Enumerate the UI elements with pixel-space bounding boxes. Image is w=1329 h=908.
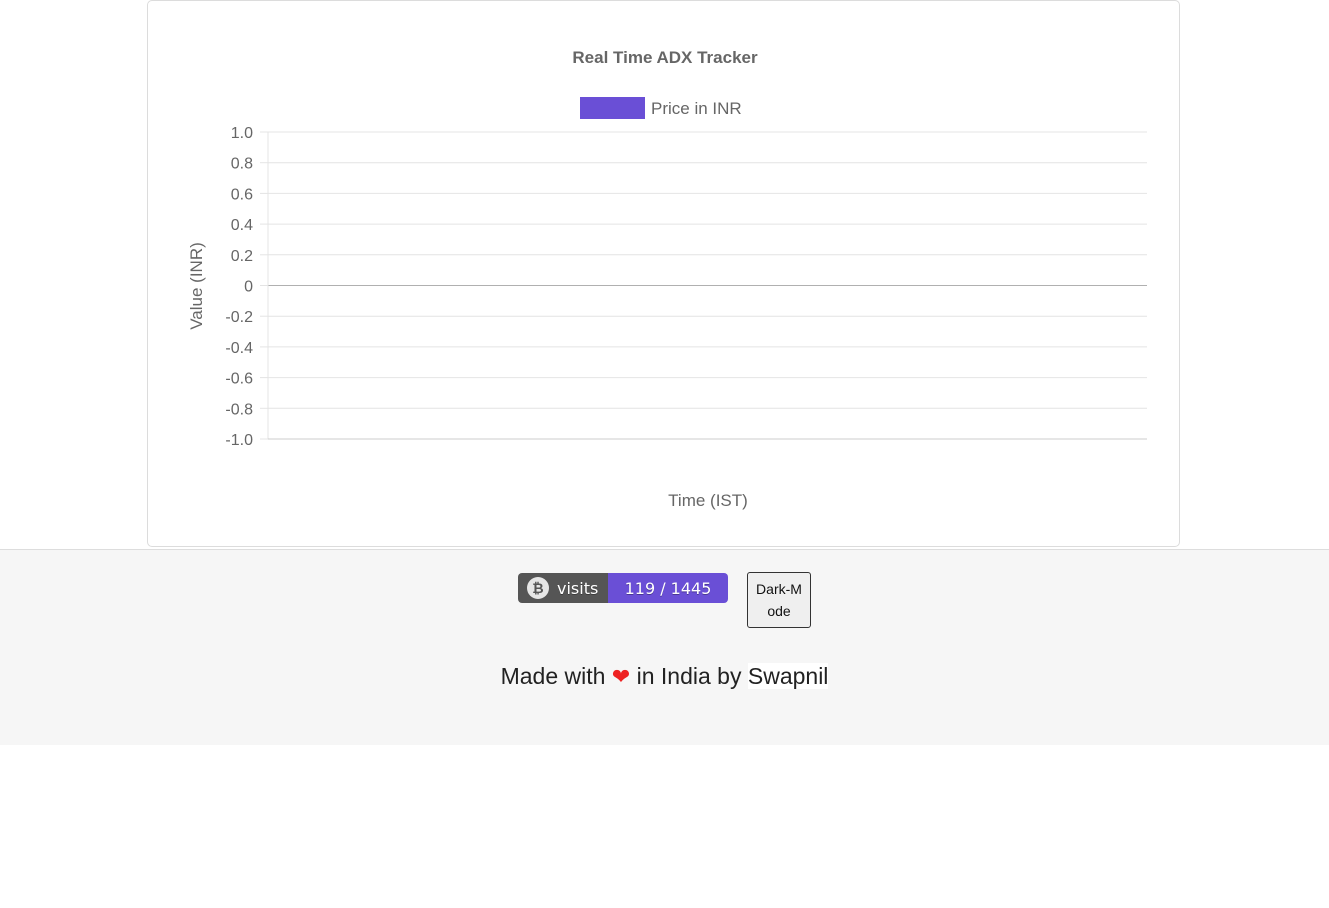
y-axis-label: Value (INR): [187, 242, 206, 330]
made-with-suffix: in India by: [636, 663, 742, 689]
badge-count-section: 119 / 1445: [608, 573, 728, 603]
y-tick-label: -0.8: [225, 401, 253, 418]
badge-label: visits: [557, 578, 599, 598]
chart: Real Time ADX Tracker Price in INR 1.0 0.8 0…: [187, 48, 1147, 510]
legend-swatch: [580, 97, 645, 119]
heart-icon: ❤: [611, 664, 631, 689]
bitcoin-icon: ₿: [527, 577, 549, 599]
y-tick-label: -0.6: [225, 371, 253, 388]
made-with-prefix: Made with: [500, 663, 606, 689]
y-tick-label: 0.4: [231, 217, 253, 234]
badge-label-section: ₿ visits: [518, 573, 608, 603]
made-with-credit: Made with ❤ in India by Swapnil: [0, 663, 1329, 690]
y-tick-label: 1.0: [231, 125, 253, 142]
y-tick-label: 0: [244, 279, 253, 296]
y-tick-label: -1.0: [225, 432, 253, 449]
y-tick-label: -0.2: [225, 309, 253, 326]
y-tick-label: 0.8: [231, 156, 253, 173]
chart-title: Real Time ADX Tracker: [572, 48, 758, 67]
y-tick-label: -0.4: [225, 340, 253, 357]
footer: ₿ visits 119 / 1445 Dark-Mode Made with …: [0, 549, 1329, 745]
dark-mode-button[interactable]: Dark-Mode: [747, 572, 811, 628]
badge-count: 119 / 1445: [624, 578, 712, 598]
y-tick-label: 0.6: [231, 186, 253, 203]
legend-label: Price in INR: [651, 99, 742, 118]
chart-card: Real Time ADX Tracker Price in INR 1.0 0.8 0…: [147, 0, 1180, 547]
x-axis-label: Time (IST): [668, 491, 748, 510]
visits-badge[interactable]: ₿ visits 119 / 1445: [518, 573, 728, 603]
author-link[interactable]: Swapnil: [747, 663, 829, 689]
y-tick-label: 0.2: [231, 248, 253, 265]
